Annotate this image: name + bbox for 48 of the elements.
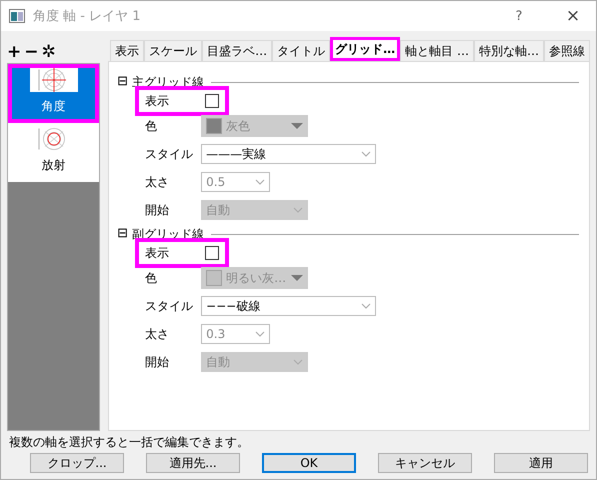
add-button[interactable]: + — [7, 43, 22, 61]
tab[interactable]: 特別な軸… — [474, 40, 544, 61]
dialog-button[interactable]: OK — [262, 453, 356, 473]
tab[interactable]: 表示 — [110, 40, 144, 61]
chevron-icon — [361, 303, 372, 309]
field-label: 太さ — [145, 174, 170, 190]
dialog-button[interactable]: キャンセル — [378, 453, 472, 473]
field-label: 開始 — [145, 202, 170, 218]
dialog-button[interactable]: 適用先... — [146, 453, 240, 473]
remove-button[interactable]: − — [24, 43, 38, 61]
status-text: 複数の軸を選択すると一括で編集できます。 — [9, 434, 249, 450]
dialog-button[interactable]: クロップ... — [30, 453, 124, 473]
help-button[interactable]: ? — [496, 8, 542, 24]
axis-icon — [30, 68, 78, 92]
chevron-icon — [255, 331, 266, 337]
dropdown[interactable]: −−−破線 — [201, 296, 376, 316]
axis-item[interactable]: 放射 — [8, 123, 100, 182]
checkbox[interactable] — [205, 94, 220, 108]
chevron-icon — [293, 207, 304, 213]
tab[interactable]: グリッド… — [330, 37, 400, 61]
window-title: 角度 軸 - レイヤ 1 — [33, 8, 142, 25]
tab[interactable]: スケール — [144, 40, 202, 61]
chevron-icon — [361, 151, 372, 157]
collapse-toggle[interactable]: ⊟ — [117, 75, 128, 89]
checkbox[interactable] — [205, 246, 220, 260]
field-label: 色 — [145, 270, 158, 286]
dropdown[interactable]: ———実線 — [201, 144, 376, 164]
field-label: 表示 — [145, 92, 170, 110]
dialog-button[interactable]: 適用 — [494, 453, 588, 473]
field-label: スタイル — [145, 146, 194, 162]
field-label: 表示 — [145, 244, 170, 262]
dropdown-arrow-icon — [291, 275, 304, 281]
dropdown-arrow-icon — [291, 123, 304, 129]
field-label: 色 — [145, 118, 158, 134]
tab[interactable]: 参照線 — [544, 40, 590, 61]
settings-button[interactable]: ✲ — [42, 43, 56, 61]
app-icon — [9, 9, 25, 23]
field-label: 開始 — [145, 354, 170, 370]
tab[interactable]: 軸と軸目 … — [400, 40, 474, 61]
field-label: スタイル — [145, 298, 194, 314]
close-button[interactable]: × — [550, 6, 596, 26]
tab[interactable]: タイトル — [272, 40, 330, 61]
axis-item[interactable]: 角度 — [8, 64, 100, 123]
chevron-icon — [293, 359, 304, 365]
field-label: 太さ — [145, 326, 170, 342]
tab[interactable]: 目盛ラベ… — [202, 40, 272, 61]
collapse-toggle[interactable]: ⊟ — [117, 227, 128, 241]
chevron-icon — [255, 179, 266, 185]
